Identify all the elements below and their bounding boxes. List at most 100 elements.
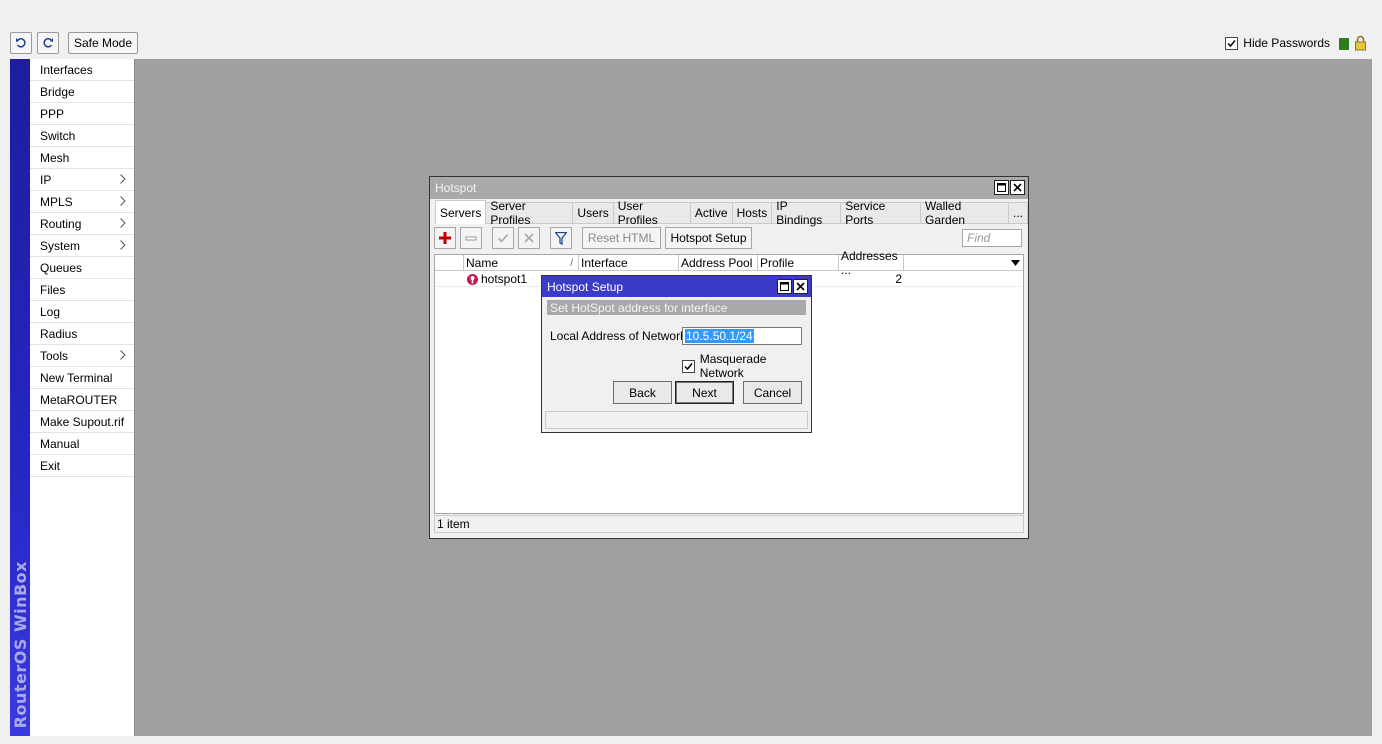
sidebar-item-label: Switch [40, 128, 76, 143]
column-header-interface[interactable]: Interface [579, 255, 679, 271]
check-icon [497, 233, 509, 243]
sidebar-item-label: Radius [40, 326, 78, 341]
sidebar-item-label: New Terminal [40, 370, 113, 385]
sidebar-item-new-terminal[interactable]: New Terminal [30, 367, 134, 389]
sidebar-item-system[interactable]: System [30, 235, 134, 257]
lock-icon [1355, 35, 1366, 51]
sidebar-item-exit[interactable]: Exit [30, 455, 134, 477]
hide-passwords-label: Hide Passwords [1243, 36, 1330, 50]
maximize-button[interactable] [994, 180, 1009, 195]
column-header-address-pool[interactable]: Address Pool [679, 255, 758, 271]
redo-button[interactable] [37, 32, 59, 54]
tab-server-profiles[interactable]: Server Profiles [486, 199, 574, 227]
sidebar-item-radius[interactable]: Radius [30, 323, 134, 345]
cell-addresses: 2 [895, 272, 902, 286]
tab-hosts[interactable]: Hosts [732, 202, 773, 224]
local-address-input[interactable]: 10.5.50.1/24 [682, 327, 802, 345]
submenu-arrow-icon [120, 218, 126, 228]
dialog-maximize-button[interactable] [777, 279, 792, 294]
cancel-button[interactable]: Cancel [743, 381, 802, 404]
sidebar-item-label: System [40, 238, 81, 253]
top-toolbar: Safe Mode Hide Passwords [0, 30, 1382, 58]
submenu-arrow-icon [120, 196, 126, 206]
close-button[interactable] [1010, 180, 1025, 195]
tab-walled-garden[interactable]: Walled Garden [921, 199, 1009, 227]
tab-service-ports[interactable]: Service Ports [841, 199, 922, 227]
reset-html-button[interactable]: Reset HTML [582, 227, 661, 249]
dialog-step-description: Set HotSpot address for interface [547, 300, 806, 315]
sidebar-item-interfaces[interactable]: Interfaces [30, 59, 134, 81]
sidebar-item-label: MetaROUTER [40, 392, 118, 407]
sidebar-item-metarouter[interactable]: MetaROUTER [30, 389, 134, 411]
sidebar-item-label: Log [40, 304, 61, 319]
column-chooser-button[interactable] [1006, 255, 1023, 271]
hotspot-setup-button[interactable]: Hotspot Setup [665, 227, 752, 249]
sidebar-item-switch[interactable]: Switch [30, 125, 134, 147]
dialog-status-bar [545, 411, 808, 429]
sort-indicator: / [570, 257, 573, 269]
hotspot-window-titlebar[interactable]: Hotspot [430, 177, 1028, 199]
sidebar-item-log[interactable]: Log [30, 301, 134, 323]
undo-button[interactable] [10, 32, 32, 54]
sidebar-item-tools[interactable]: Tools [30, 345, 134, 367]
tab-user-profiles[interactable]: User Profiles [613, 199, 691, 227]
next-button[interactable]: Next [675, 381, 734, 404]
submenu-arrow-icon [120, 240, 126, 250]
safe-mode-button[interactable]: Safe Mode [68, 32, 138, 54]
column-header-profile[interactable]: Profile [758, 255, 839, 271]
redo-icon [43, 38, 53, 48]
column-header-name[interactable]: Name / [464, 255, 579, 271]
sidebar-item-label: Interfaces [40, 62, 93, 77]
find-input[interactable]: Find [962, 229, 1022, 247]
sidebar-item-ip[interactable]: IP [30, 169, 134, 191]
dialog-titlebar[interactable]: Hotspot Setup [542, 276, 811, 297]
sidebar-item-label: Bridge [40, 84, 75, 99]
sidebar-item-mpls[interactable]: MPLS [30, 191, 134, 213]
column-header-addresses[interactable]: Addresses ... [839, 249, 904, 277]
sidebar-item-label: MPLS [40, 194, 73, 209]
dialog-title: Hotspot Setup [547, 279, 624, 294]
masquerade-network-checkbox[interactable] [682, 359, 695, 373]
sidebar-item-label: Queues [40, 260, 83, 275]
sidebar-item-label: Tools [40, 348, 69, 363]
sidebar-item-queues[interactable]: Queues [30, 257, 134, 279]
item-count-status: 1 item [434, 515, 1024, 533]
column-header-marker [435, 255, 464, 271]
remove-button[interactable] [460, 227, 482, 249]
dialog-close-button[interactable] [793, 279, 808, 294]
sidebar-item-manual[interactable]: Manual [30, 433, 134, 455]
sidebar-item-files[interactable]: Files [30, 279, 134, 301]
tab-active[interactable]: Active [690, 202, 733, 224]
plus-icon [439, 232, 451, 244]
close-icon [796, 282, 805, 291]
hide-passwords-checkbox[interactable] [1225, 36, 1239, 50]
table-header: Name / Interface Address Pool Profile Ad… [435, 249, 1023, 277]
tab-users[interactable]: Users [573, 202, 614, 224]
enable-button[interactable] [492, 227, 514, 249]
hotspot-window-title: Hotspot [435, 181, 477, 195]
tab-more[interactable]: ... [1008, 202, 1028, 224]
submenu-arrow-icon [120, 350, 126, 360]
tab-servers[interactable]: Servers [435, 200, 487, 224]
back-button[interactable]: Back [613, 381, 672, 404]
sidebar-item-label: Files [40, 282, 66, 297]
sidebar-item-make-supout-rif[interactable]: Make Supout.rif [30, 411, 134, 433]
sidebar-item-routing[interactable]: Routing [30, 213, 134, 235]
maximize-icon [780, 282, 789, 291]
sidebar-item-ppp[interactable]: PPP [30, 103, 134, 125]
tab-ip-bindings[interactable]: IP Bindings [772, 199, 842, 227]
dropdown-arrow-icon [1011, 260, 1020, 266]
disable-button[interactable] [518, 227, 540, 249]
hide-passwords-toggle[interactable]: Hide Passwords [1225, 36, 1330, 50]
filter-button[interactable] [550, 227, 572, 249]
sidebar-item-label: Manual [40, 436, 80, 451]
connection-status-indicator [1339, 38, 1349, 50]
sidebar-item-mesh[interactable]: Mesh [30, 147, 134, 169]
add-button[interactable] [434, 227, 456, 249]
sidebar-item-bridge[interactable]: Bridge [30, 81, 134, 103]
hotspot-setup-dialog: Hotspot Setup Set HotSpot address for in… [541, 275, 812, 433]
masquerade-network-toggle[interactable]: Masquerade Network [682, 352, 811, 380]
masquerade-network-label: Masquerade Network [699, 352, 767, 380]
sidebar-item-label: IP [40, 172, 52, 187]
filter-icon [555, 231, 567, 245]
